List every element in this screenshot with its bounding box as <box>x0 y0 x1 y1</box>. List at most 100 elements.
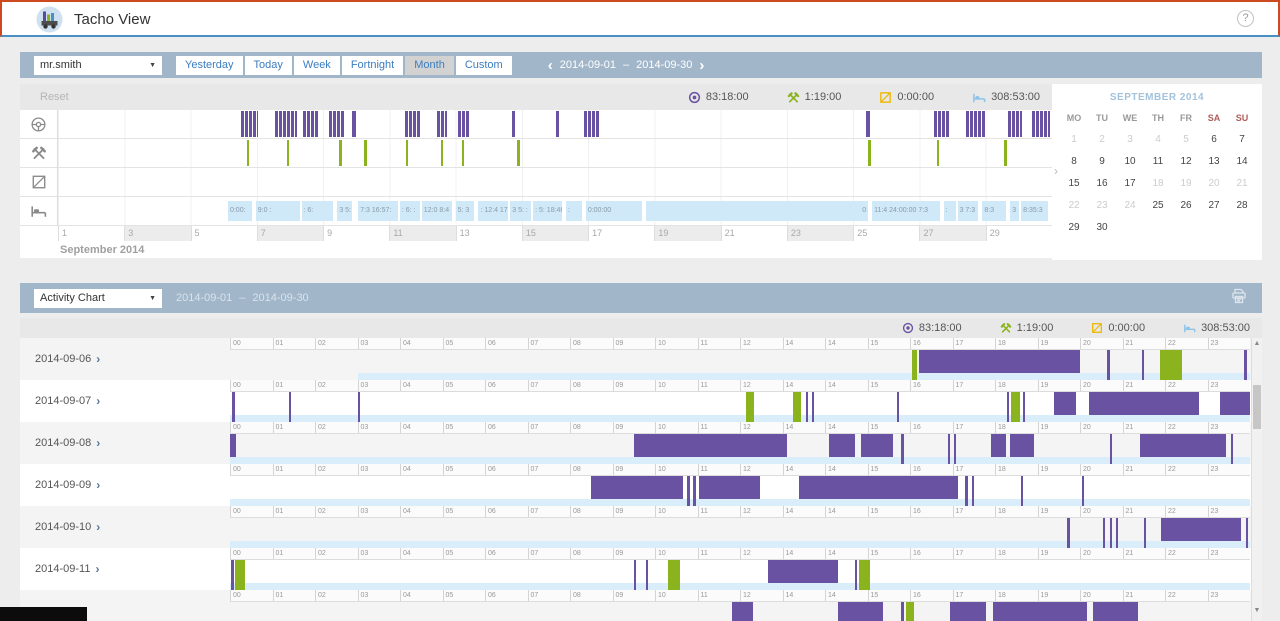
calendar-day[interactable]: 26 <box>1172 195 1200 217</box>
calendar-day[interactable]: 15 <box>1060 173 1088 195</box>
hour-tick: 04 <box>400 464 443 475</box>
drive-segment <box>1116 518 1118 548</box>
range-button-week[interactable]: Week <box>294 56 340 75</box>
calendar-day[interactable]: 27 <box>1200 195 1228 217</box>
vertical-scrollbar[interactable]: ▲ ▼ <box>1251 338 1262 621</box>
calendar-day[interactable]: 10 <box>1116 151 1144 173</box>
calendar-day[interactable]: 22 <box>1060 195 1088 217</box>
stats-group: 83:18:00 1:19:00 0:00:00 308:53:00 <box>688 91 1052 104</box>
work-segment <box>859 560 869 590</box>
activity-row-label[interactable]: 2014-09-10› <box>20 506 230 548</box>
activity-row-label[interactable]: 2014-09-11› <box>20 548 230 590</box>
hour-tick: 06 <box>485 506 528 517</box>
month-plot: 0:00:9:0 :: 6:3 5:7:3 16:57:: 6: :12:0 8… <box>58 110 1052 226</box>
reset-button[interactable]: Reset <box>40 91 69 103</box>
hour-tick: 05 <box>443 422 486 433</box>
calendar-day[interactable]: 12 <box>1172 151 1200 173</box>
hour-ruler: 0001020304050607080910111214141516171819… <box>230 464 1250 476</box>
drive-segment <box>232 392 235 422</box>
calendar-day[interactable]: 25 <box>1144 195 1172 217</box>
month-axis-tick: 17 <box>588 226 654 241</box>
activity-row-date: 2014-09-08 <box>35 437 91 449</box>
hour-tick: 14 <box>825 590 868 601</box>
rest-strip <box>230 457 1250 464</box>
drive-activity-bar <box>241 111 258 137</box>
hour-tick: 14 <box>783 590 826 601</box>
calendar-collapse-icon[interactable]: › <box>1054 164 1058 178</box>
calendar-day[interactable]: 13 <box>1200 151 1228 173</box>
calendar-day[interactable]: 20 <box>1200 173 1228 195</box>
activity-row-label[interactable]: 2014-09-08 › <box>20 422 230 464</box>
calendar-weekday: MO <box>1060 107 1088 129</box>
month-axis-tick: 5 <box>191 226 257 241</box>
prev-range-icon[interactable]: ‹ <box>548 60 553 71</box>
scroll-down-icon[interactable]: ▼ <box>1252 607 1262 619</box>
calendar-day[interactable]: 1 <box>1060 129 1088 151</box>
range-button-today[interactable]: Today <box>245 56 292 75</box>
expand-row-icon[interactable]: › <box>96 520 100 534</box>
hour-tick: 01 <box>273 338 316 349</box>
calendar-day[interactable]: 17 <box>1116 173 1144 195</box>
hour-tick: 03 <box>358 548 401 559</box>
scroll-up-icon[interactable]: ▲ <box>1252 340 1262 352</box>
calendar-day[interactable]: 29 <box>1060 217 1088 239</box>
calendar-day[interactable]: 30 <box>1088 217 1116 239</box>
drive-segment <box>687 476 690 506</box>
calendar-day[interactable]: 11 <box>1144 151 1172 173</box>
calendar-day[interactable]: 21 <box>1228 173 1256 195</box>
calendar-day[interactable]: 6 <box>1200 129 1228 151</box>
calendar-day[interactable]: 16 <box>1088 173 1116 195</box>
calendar-day[interactable]: 3 <box>1116 129 1144 151</box>
activity-row-label[interactable]: 2014-09-06› <box>20 338 230 380</box>
activity-row-label[interactable]: 2014-09-09› <box>20 464 230 506</box>
drive-segment <box>1021 476 1023 506</box>
calendar-day[interactable]: 23 <box>1088 195 1116 217</box>
calendar-day[interactable]: 2 <box>1088 129 1116 151</box>
scrollbar-thumb[interactable] <box>1253 385 1261 429</box>
calendar-day[interactable]: 8 <box>1060 151 1088 173</box>
drive-segment <box>230 434 236 457</box>
work-time-stat: 1:19:00 <box>787 91 842 104</box>
driver-select[interactable]: mr.smith ▼ <box>34 56 162 75</box>
hour-tick: 21 <box>1123 590 1166 601</box>
hour-tick: 09 <box>613 422 656 433</box>
help-button[interactable]: ? <box>1237 10 1254 27</box>
expand-row-icon[interactable]: › <box>96 352 100 366</box>
calendar-day[interactable]: 28 <box>1228 195 1256 217</box>
hour-tick: 22 <box>1165 338 1208 349</box>
calendar-day[interactable]: 18 <box>1144 173 1172 195</box>
calendar-day[interactable]: 9 <box>1088 151 1116 173</box>
range-buttons: YesterdayTodayWeekFortnightMonthCustom <box>176 56 512 75</box>
calendar-day[interactable]: 5 <box>1172 129 1200 151</box>
view-select[interactable]: Activity Chart ▼ <box>34 289 162 308</box>
expand-row-icon[interactable]: › <box>95 562 99 576</box>
range-button-fortnight[interactable]: Fortnight <box>342 56 403 75</box>
calendar-day[interactable]: 24 <box>1116 195 1144 217</box>
range-button-month[interactable]: Month <box>405 56 454 75</box>
drive-row-icon <box>20 110 57 139</box>
expand-row-icon[interactable]: › <box>96 436 100 450</box>
drive-segment <box>829 434 855 457</box>
hour-tick: 08 <box>570 422 613 433</box>
hour-tick: 17 <box>953 464 996 475</box>
calendar-day[interactable]: 7 <box>1228 129 1256 151</box>
drive-activity-bar <box>437 111 447 137</box>
work-activity-bar <box>441 140 443 166</box>
rest-strip <box>230 415 1250 422</box>
activity-row-label[interactable]: 2014-09-07› <box>20 380 230 422</box>
work-activity-bar <box>406 140 408 166</box>
expand-row-icon[interactable]: › <box>96 394 100 408</box>
hour-tick: 08 <box>570 590 613 601</box>
calendar-weekday: FR <box>1172 107 1200 129</box>
hour-tick: 04 <box>400 590 443 601</box>
hour-tick: 18 <box>995 590 1038 601</box>
calendar-day[interactable]: 19 <box>1172 173 1200 195</box>
hour-tick: 23 <box>1208 464 1251 475</box>
print-button[interactable] <box>1230 287 1248 310</box>
range-button-custom[interactable]: Custom <box>456 56 512 75</box>
calendar-day[interactable]: 4 <box>1144 129 1172 151</box>
expand-row-icon[interactable]: › <box>96 478 100 492</box>
range-button-yesterday[interactable]: Yesterday <box>176 56 243 75</box>
next-range-icon[interactable]: › <box>699 60 704 71</box>
calendar-day[interactable]: 14 <box>1228 151 1256 173</box>
